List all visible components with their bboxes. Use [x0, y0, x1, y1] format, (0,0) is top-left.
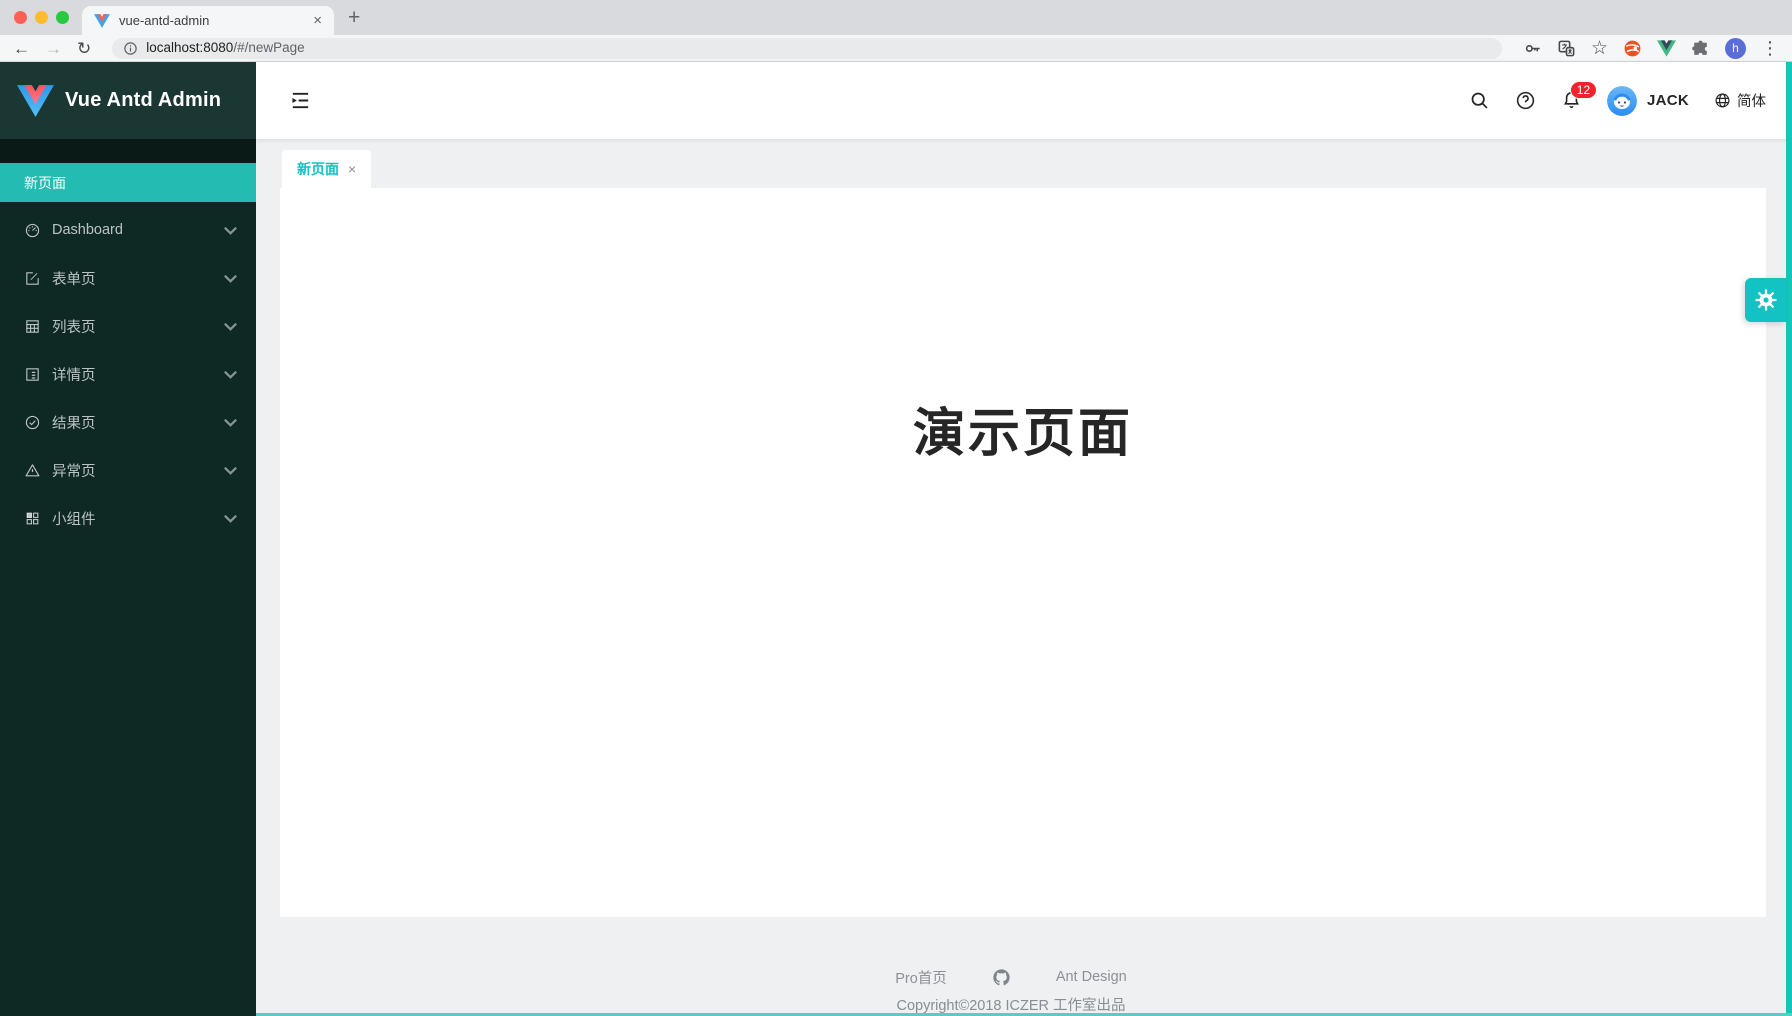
main-workspace: 新页面 × 演示页面 Pro首页 Ant Design Copyright©20… — [256, 139, 1792, 1016]
chevron-down-icon — [222, 414, 239, 431]
translate-icon[interactable] — [1557, 39, 1576, 58]
check-circle-icon — [24, 414, 41, 431]
chrome-profile-avatar[interactable]: h — [1725, 38, 1746, 59]
footer-link-pro[interactable]: Pro首页 — [895, 967, 947, 988]
sidebar-item-label: 详情页 — [52, 364, 211, 385]
chevron-down-icon — [222, 270, 239, 287]
page-title: 演示页面 — [280, 188, 1766, 466]
settings-drawer-button[interactable] — [1745, 278, 1786, 322]
sidebar-item-lists[interactable]: 列表页 — [0, 302, 256, 350]
app-title: Vue Antd Admin — [65, 89, 221, 112]
sidebar: Vue Antd Admin 新页面 Dashboard — [0, 62, 256, 1016]
extension-orange-icon[interactable] — [1623, 39, 1642, 58]
sidebar-item-widgets[interactable]: 小组件 — [0, 494, 256, 542]
page-tab-close-icon[interactable]: × — [348, 162, 356, 176]
form-icon — [24, 270, 41, 287]
toolbar-actions: ☆ h ⋮ — [1523, 38, 1779, 59]
app-logo[interactable]: Vue Antd Admin — [0, 62, 256, 139]
browser-tabstrip: vue-antd-admin × + — [0, 0, 1792, 35]
sidebar-item-label: Dashboard — [52, 222, 211, 238]
bookmark-star-icon[interactable]: ☆ — [1591, 39, 1608, 58]
address-bar[interactable]: localhost:8080/#/newPage — [112, 38, 1502, 59]
back-icon[interactable]: ← — [13, 40, 30, 57]
github-icon[interactable] — [993, 969, 1010, 986]
sidebar-item-label: 表单页 — [52, 268, 211, 289]
user-menu[interactable]: JACK — [1607, 86, 1689, 116]
sidebar-item-label: 新页面 — [24, 173, 66, 193]
sidebar-shadow-strip — [0, 139, 256, 163]
vue-logo-icon — [17, 85, 54, 117]
sidebar-item-label: 小组件 — [52, 508, 211, 529]
tab-close-icon[interactable]: × — [313, 13, 322, 28]
forward-icon[interactable]: → — [45, 40, 62, 57]
macos-minimize-button[interactable] — [35, 11, 48, 24]
reload-icon[interactable]: ↻ — [77, 40, 91, 57]
header-actions: 12 JACK — [1469, 86, 1766, 116]
gear-icon — [1754, 288, 1778, 312]
user-avatar — [1607, 86, 1637, 116]
vue-devtools-icon[interactable] — [1657, 39, 1676, 58]
sidebar-item-exceptions[interactable]: 异常页 — [0, 446, 256, 494]
url-host: localhost:8080 — [146, 40, 233, 55]
menu-fold-button[interactable] — [289, 89, 312, 112]
sidebar-item-label: 结果页 — [52, 412, 211, 433]
browser-window: vue-antd-admin × + ← → ↻ localhost:8080/… — [0, 0, 1792, 1016]
sidebar-item-dashboard[interactable]: Dashboard — [0, 206, 256, 254]
content-card: 演示页面 — [280, 188, 1766, 917]
admin-header: 12 JACK — [256, 62, 1792, 139]
new-tab-button[interactable]: + — [348, 7, 360, 28]
language-selector[interactable]: 简体 — [1714, 90, 1766, 111]
vertical-scrollbar[interactable] — [1786, 62, 1792, 1016]
warning-icon — [24, 462, 41, 479]
chevron-down-icon — [222, 366, 239, 383]
sidebar-item-new-page[interactable]: 新页面 — [0, 163, 256, 202]
chevron-down-icon — [222, 222, 239, 239]
url-path: /#/newPage — [233, 40, 304, 55]
profile-icon — [24, 366, 41, 383]
sidebar-item-details[interactable]: 详情页 — [0, 350, 256, 398]
admin-app: Vue Antd Admin 新页面 Dashboard — [0, 62, 1792, 1016]
help-icon[interactable] — [1515, 90, 1536, 111]
page-tab-label: 新页面 — [297, 159, 339, 179]
notifications-button[interactable]: 12 — [1561, 90, 1582, 111]
browser-toolbar: ← → ↻ localhost:8080/#/newPage ☆ — [0, 35, 1792, 62]
table-icon — [24, 318, 41, 335]
search-icon[interactable] — [1469, 90, 1490, 111]
globe-icon — [1714, 92, 1731, 109]
page-footer: Pro首页 Ant Design Copyright©2018 ICZER 工作… — [256, 965, 1766, 1015]
copyright: Copyright©2018 ICZER 工作室出品 — [256, 994, 1766, 1015]
menu-fold-icon — [289, 89, 312, 112]
block-icon — [24, 510, 41, 527]
chevron-down-icon — [222, 462, 239, 479]
sidebar-item-forms[interactable]: 表单页 — [0, 254, 256, 302]
password-key-icon[interactable] — [1523, 39, 1542, 58]
dashboard-icon — [24, 222, 41, 239]
chrome-menu-icon[interactable]: ⋮ — [1761, 39, 1779, 57]
page-info-icon[interactable] — [123, 41, 138, 56]
macos-close-button[interactable] — [14, 11, 27, 24]
footer-link-antd[interactable]: Ant Design — [1056, 969, 1127, 985]
browser-tab[interactable]: vue-antd-admin × — [82, 6, 334, 35]
sidebar-item-label: 列表页 — [52, 316, 211, 337]
vue-favicon-icon — [94, 13, 110, 29]
sidebar-item-results[interactable]: 结果页 — [0, 398, 256, 446]
sidebar-menu: Dashboard 表单页 列表页 — [0, 202, 256, 542]
page-tab-new-page[interactable]: 新页面 × — [282, 150, 371, 188]
browser-tab-title: vue-antd-admin — [119, 13, 304, 28]
language-label: 简体 — [1737, 90, 1766, 111]
username: JACK — [1647, 92, 1689, 109]
sidebar-item-label: 异常页 — [52, 460, 211, 481]
chevron-down-icon — [222, 510, 239, 527]
notification-badge: 12 — [1570, 81, 1597, 99]
chevron-down-icon — [222, 318, 239, 335]
macos-zoom-button[interactable] — [56, 11, 69, 24]
extensions-puzzle-icon[interactable] — [1691, 39, 1710, 58]
